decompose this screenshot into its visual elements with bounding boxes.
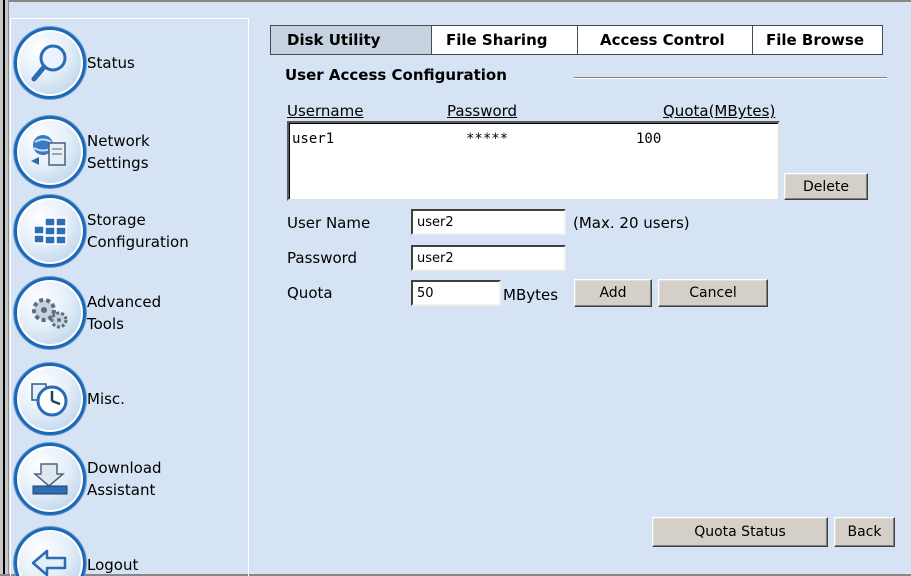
tab-file-sharing[interactable]: File Sharing bbox=[432, 25, 578, 55]
sidebar-item-label: Status bbox=[87, 54, 135, 72]
sidebar-item-label: Advanced Tools bbox=[87, 293, 162, 333]
section-title: User Access Configuration bbox=[285, 66, 507, 84]
storage-grid-icon bbox=[14, 195, 86, 267]
download-tray-icon bbox=[14, 443, 86, 515]
sidebar-item-label: Misc. bbox=[87, 390, 125, 408]
quota-label: Quota bbox=[287, 284, 333, 302]
sidebar-item-logout[interactable]: Logout bbox=[14, 527, 244, 576]
password-input[interactable] bbox=[411, 245, 566, 271]
sidebar-item-label: Storage Configuration bbox=[87, 211, 189, 251]
sidebar-item-label: Network Settings bbox=[87, 132, 150, 172]
user-list[interactable]: user1 ***** 100 bbox=[287, 121, 780, 201]
sidebar-item-label: Download Assistant bbox=[87, 459, 162, 499]
window-left-frame bbox=[0, 0, 9, 576]
sidebar-item-advanced-tools[interactable]: Advanced Tools bbox=[14, 277, 244, 349]
tab-bar: Disk Utility File Sharing Access Control… bbox=[270, 25, 883, 55]
clock-icon bbox=[14, 363, 86, 435]
network-server-icon bbox=[14, 116, 86, 188]
delete-button[interactable]: Delete bbox=[784, 173, 868, 200]
back-button[interactable]: Back bbox=[834, 517, 895, 547]
section-divider bbox=[574, 77, 887, 79]
quota-input[interactable] bbox=[411, 280, 501, 306]
username-input[interactable] bbox=[411, 209, 566, 235]
list-item-username: user1 bbox=[292, 131, 335, 147]
sidebar-item-storage-configuration[interactable]: Storage Configuration bbox=[14, 195, 244, 267]
tab-access-control[interactable]: Access Control bbox=[578, 25, 753, 55]
magnifier-icon bbox=[14, 27, 86, 99]
sidebar-item-status[interactable]: Status bbox=[14, 27, 244, 99]
column-header-username: Username bbox=[287, 102, 364, 120]
list-item-quota: 100 bbox=[636, 131, 662, 147]
quota-status-button[interactable]: Quota Status bbox=[652, 517, 828, 547]
quota-unit-label: MBytes bbox=[503, 286, 559, 304]
tab-file-browse[interactable]: File Browse bbox=[753, 25, 883, 55]
back-arrow-icon bbox=[14, 527, 86, 576]
sidebar-item-download-assistant[interactable]: Download Assistant bbox=[14, 443, 244, 515]
sidebar-item-label: Logout bbox=[87, 556, 139, 574]
gears-icon bbox=[14, 277, 86, 349]
tab-disk-utility[interactable]: Disk Utility bbox=[270, 25, 432, 55]
add-button[interactable]: Add bbox=[574, 279, 652, 307]
username-hint: (Max. 20 users) bbox=[573, 214, 690, 232]
sidebar-item-network-settings[interactable]: Network Settings bbox=[14, 116, 244, 188]
sidebar-item-misc[interactable]: Misc. bbox=[14, 363, 244, 435]
password-label: Password bbox=[287, 249, 358, 267]
list-item-password: ***** bbox=[466, 131, 509, 147]
column-header-quota: Quota(MBytes) bbox=[663, 102, 776, 120]
column-header-password: Password bbox=[447, 102, 518, 120]
cancel-button[interactable]: Cancel bbox=[658, 279, 768, 307]
username-label: User Name bbox=[287, 214, 371, 232]
window-top-border bbox=[0, 0, 911, 2]
